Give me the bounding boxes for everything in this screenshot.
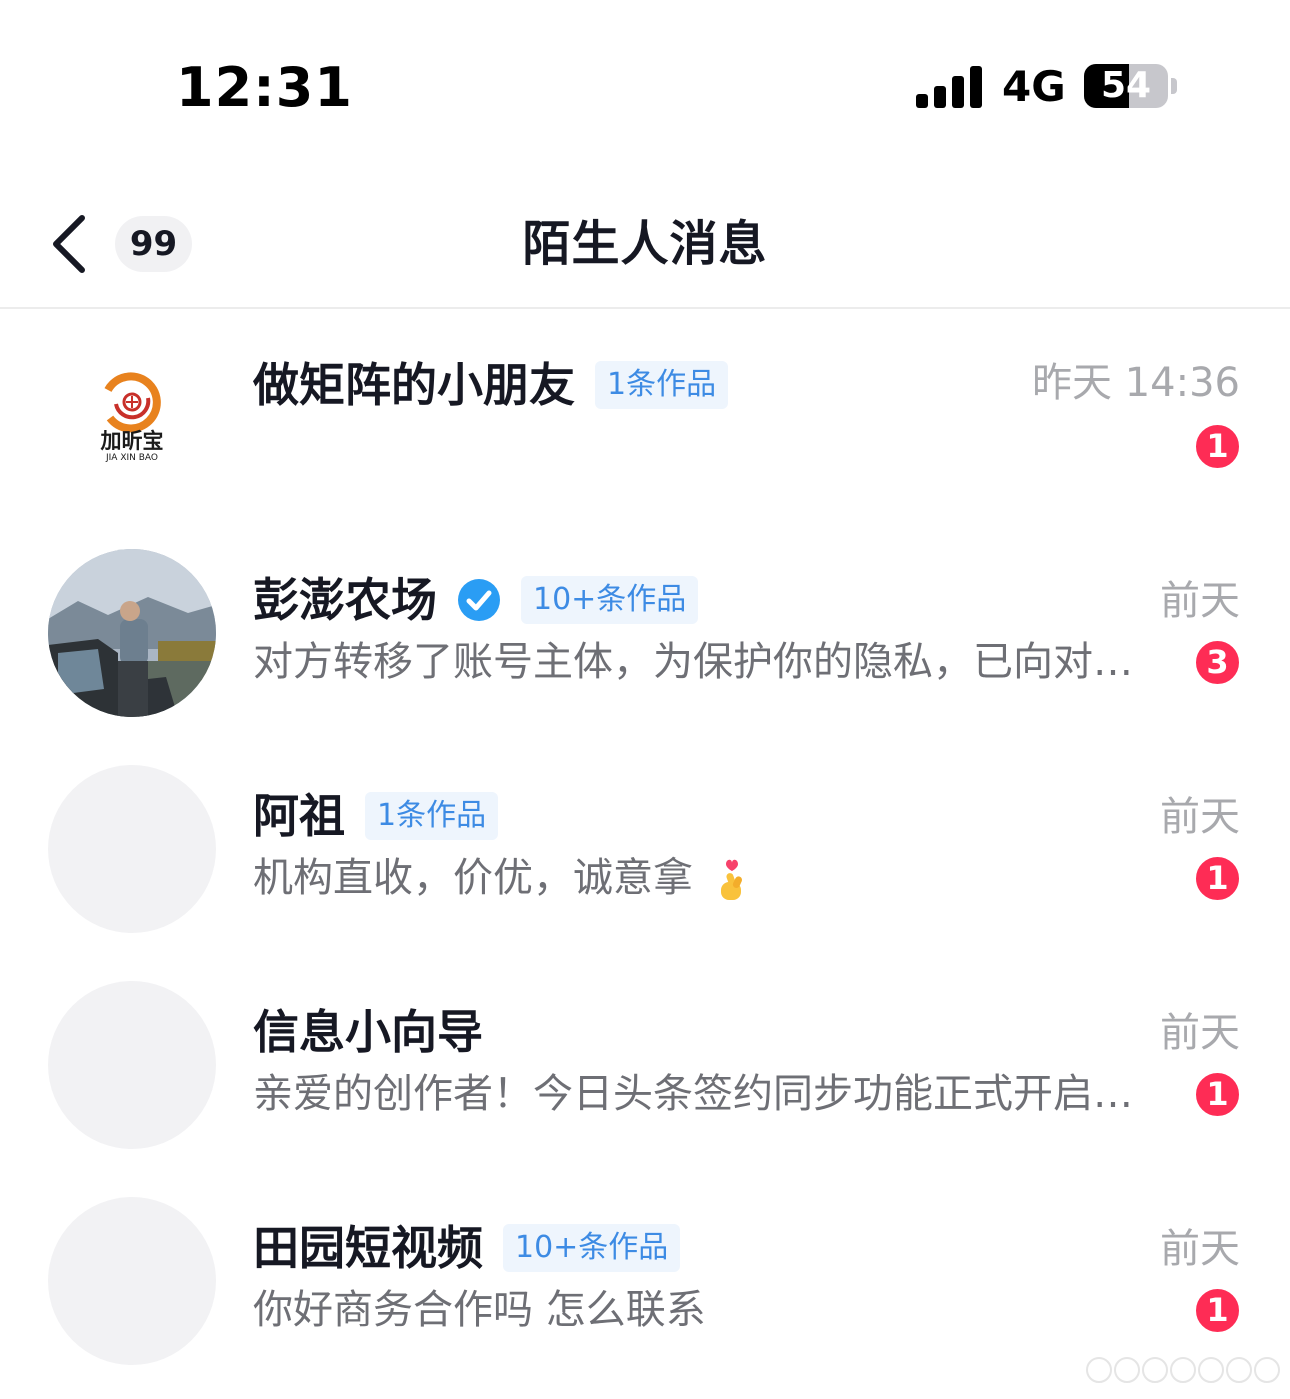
battery-level: 54: [1100, 65, 1152, 106]
conversation-header: 阿祖 1条作品: [253, 783, 499, 849]
svg-text:加昕宝: 加昕宝: [100, 429, 164, 453]
conversation-row[interactable]: 加昕宝 JIA XIN BAO 做矩阵的小朋友 1条作品 昨天 14:36 1: [0, 330, 1290, 546]
user-photo-icon: [48, 549, 216, 717]
conversation-row[interactable]: 信息小向导 前天 亲爱的创作者！今日头条签约同步功能正式开启… 1: [0, 981, 1290, 1197]
conversation-name: 做矩阵的小朋友: [253, 358, 575, 412]
conversation-time: 前天: [1160, 1010, 1240, 1056]
message-preview: 机构直收，价优，诚意拿: [253, 855, 693, 901]
battery-icon: 54: [1084, 64, 1168, 108]
conversation-header: 彭澎农场 10+条作品: [253, 567, 699, 633]
network-type: 4G: [1002, 62, 1066, 111]
message-preview: 亲爱的创作者！今日头条签约同步功能正式开启…: [253, 1071, 1133, 1117]
message-preview-line: 机构直收，价优，诚意拿: [253, 850, 752, 906]
conversation-header: 田园短视频 10+条作品: [253, 1215, 681, 1281]
conversation-name: 彭澎农场: [253, 573, 437, 627]
message-preview: 你好商务合作吗 怎么联系: [253, 1287, 706, 1333]
conversation-row[interactable]: 彭澎农场 10+条作品 前天 对方转移了账号主体，为保护你的隐私，已向对… 3: [0, 549, 1290, 765]
conversation-time: 昨天 14:36: [1032, 360, 1240, 406]
avatar[interactable]: [48, 765, 216, 933]
page-title: 陌生人消息: [522, 216, 768, 272]
works-count-tag: 10+条作品: [521, 576, 699, 624]
unread-badge: 3: [1193, 638, 1242, 687]
jiaxinbao-logo-icon: 加昕宝 JIA XIN BAO: [100, 372, 164, 463]
conversation-header: 做矩阵的小朋友 1条作品: [253, 352, 729, 418]
avatar[interactable]: 加昕宝 JIA XIN BAO: [48, 330, 216, 498]
battery-cap: [1171, 78, 1177, 94]
works-count-tag: 1条作品: [365, 792, 499, 840]
works-count-tag: 1条作品: [595, 361, 729, 409]
status-time: 12:31: [176, 56, 353, 119]
conversation-header: 信息小向导: [253, 999, 483, 1065]
avatar[interactable]: [48, 1197, 216, 1365]
finger-heart-emoji-icon: [720, 859, 742, 900]
avatar[interactable]: [48, 981, 216, 1149]
conversation-time: 前天: [1160, 1226, 1240, 1272]
unread-badge: 1: [1193, 1070, 1242, 1119]
conversation-time: 前天: [1160, 578, 1240, 624]
conversation-row[interactable]: 阿祖 1条作品 前天 机构直收，价优，诚意拿 1: [0, 765, 1290, 981]
works-count-tag: 10+条作品: [503, 1224, 681, 1272]
avatar[interactable]: [48, 549, 216, 717]
conversation-name: 阿祖: [253, 789, 345, 843]
message-preview: 对方转移了账号主体，为保护你的隐私，已向对…: [253, 639, 1133, 685]
cellular-signal-icon: [916, 66, 982, 108]
conversation-name: 信息小向导: [253, 1005, 483, 1059]
unread-badge: 1: [1193, 422, 1242, 471]
svg-text:JIA XIN BAO: JIA XIN BAO: [105, 453, 158, 463]
conversation-name: 田园短视频: [253, 1221, 483, 1275]
conversation-time: 前天: [1160, 794, 1240, 840]
unread-badge: 1: [1193, 1286, 1242, 1335]
watermark-dots-icon: [1086, 1357, 1280, 1383]
verified-icon: [458, 579, 500, 621]
nav-divider: [0, 307, 1290, 309]
unread-badge: 1: [1193, 854, 1242, 903]
stranger-messages-screen: 12:31 4G 54 99 陌生人消息 加昕宝 JIA XIN BAO 做矩阵…: [0, 0, 1290, 1399]
